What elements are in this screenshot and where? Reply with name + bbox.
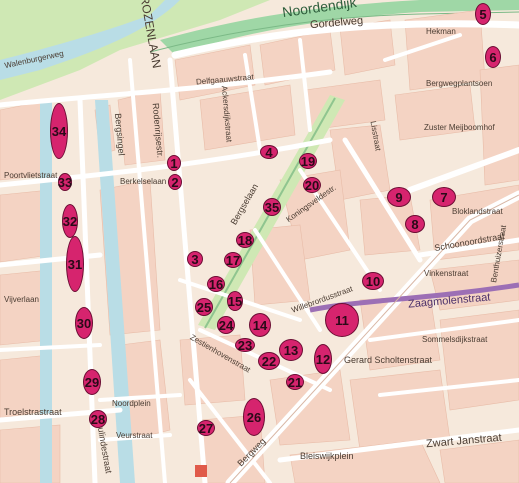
map-marker[interactable]: 10 <box>362 272 384 290</box>
street-label: Hekman <box>426 27 456 36</box>
marker-label: 12 <box>315 351 331 367</box>
street-label: Noordplein <box>112 399 151 408</box>
street-label: Veurstraat <box>116 431 153 440</box>
map-marker[interactable]: 9 <box>387 187 411 207</box>
street-label: Zuster Meijboomhof <box>424 123 495 132</box>
map-marker[interactable]: 20 <box>303 177 321 193</box>
marker-label: 4 <box>265 144 273 160</box>
marker-label: 11 <box>335 312 349 328</box>
marker-label: 20 <box>304 177 320 193</box>
map-marker[interactable]: 32 <box>62 204 78 238</box>
marker-label: 17 <box>225 252 241 268</box>
map-marker[interactable]: 27 <box>197 420 215 436</box>
marker-label: 7 <box>440 189 448 205</box>
marker-label: 25 <box>196 299 212 315</box>
map-marker[interactable]: 28 <box>89 410 107 428</box>
marker-label: 10 <box>365 273 381 289</box>
marker-label: 32 <box>62 213 78 229</box>
map-marker[interactable]: 4 <box>260 144 278 160</box>
marker-label: 22 <box>261 353 277 369</box>
marker-label: 6 <box>489 49 497 65</box>
marker-label: 8 <box>411 216 419 232</box>
marker-label: 16 <box>208 276 224 292</box>
marker-label: 24 <box>218 317 234 333</box>
map-marker[interactable]: 3 <box>187 251 203 267</box>
marker-label: 19 <box>300 153 316 169</box>
map-marker[interactable]: 11 <box>325 303 359 337</box>
street-label: Troelstrastraat <box>4 407 62 417</box>
map-marker[interactable]: 21 <box>286 374 304 390</box>
marker-label: 14 <box>252 317 268 333</box>
marker-label: 26 <box>246 409 262 425</box>
street-label: Bloklandstraat <box>452 207 503 216</box>
street-label: Berkelselaan <box>120 177 167 186</box>
marker-label: 3 <box>191 251 199 267</box>
marker-label: 9 <box>395 189 403 205</box>
map-marker[interactable]: 35 <box>263 198 281 216</box>
map-marker[interactable]: 19 <box>299 153 317 169</box>
map-marker[interactable]: 8 <box>405 215 425 233</box>
map-marker[interactable]: 14 <box>249 313 271 337</box>
map-marker[interactable]: 15 <box>227 291 243 311</box>
marker-label: 30 <box>76 315 92 331</box>
marker-label: 18 <box>237 232 253 248</box>
map-marker[interactable]: 12 <box>314 344 332 374</box>
map-marker[interactable]: 22 <box>258 352 280 370</box>
street-label: Vijverlaan <box>4 295 39 304</box>
map-marker[interactable]: 26 <box>243 398 265 436</box>
singel-water-2 <box>40 100 52 483</box>
map-marker[interactable]: 29 <box>83 369 101 395</box>
map-marker[interactable]: 34 <box>50 103 68 159</box>
map-canvas[interactable]: Noordendijk Gordelweg ROZENLAAN Delfgaau… <box>0 0 519 483</box>
marker-label: 35 <box>264 199 280 215</box>
map-marker[interactable]: 2 <box>168 174 182 190</box>
map-marker[interactable]: 23 <box>235 337 255 353</box>
marker-label: 27 <box>198 420 214 436</box>
map-marker[interactable]: 16 <box>207 276 225 292</box>
marker-label: 23 <box>237 337 253 353</box>
marker-label: 34 <box>51 123 67 139</box>
street-label: Poortvlietstraat <box>4 171 58 180</box>
marker-label: 15 <box>227 293 243 309</box>
street-label: Gerard Scholtenstraat <box>344 355 433 365</box>
marker-label: 2 <box>171 174 179 190</box>
map-marker[interactable]: 17 <box>224 252 242 268</box>
marker-label: 33 <box>57 174 73 190</box>
map-marker[interactable]: 6 <box>485 46 501 68</box>
marker-label: 28 <box>90 411 106 427</box>
map-marker[interactable]: 33 <box>58 173 72 191</box>
map-marker[interactable]: 18 <box>236 232 254 248</box>
street-label: Sommelsdijkstraat <box>422 335 488 344</box>
marker-label: 31 <box>67 256 83 272</box>
map-marker[interactable]: 5 <box>475 3 491 25</box>
street-label: Vinkenstraat <box>424 269 469 278</box>
marker-label: 13 <box>283 342 299 358</box>
street-label: Bleiswijkplein <box>300 451 354 461</box>
map-marker[interactable]: 13 <box>279 339 303 361</box>
marker-label: 29 <box>84 374 100 390</box>
map-marker[interactable]: 31 <box>66 236 84 292</box>
map-marker[interactable]: 1 <box>167 155 181 171</box>
marker-label: 21 <box>287 374 303 390</box>
marker-label: 1 <box>170 155 178 171</box>
map-marker[interactable]: 24 <box>217 316 235 334</box>
street-label: Bergwegplantsoen <box>426 79 493 88</box>
map-marker[interactable]: 7 <box>432 187 456 207</box>
map-marker[interactable]: 25 <box>195 298 213 316</box>
map-marker[interactable]: 30 <box>75 307 93 339</box>
marker-label: 5 <box>479 6 487 22</box>
